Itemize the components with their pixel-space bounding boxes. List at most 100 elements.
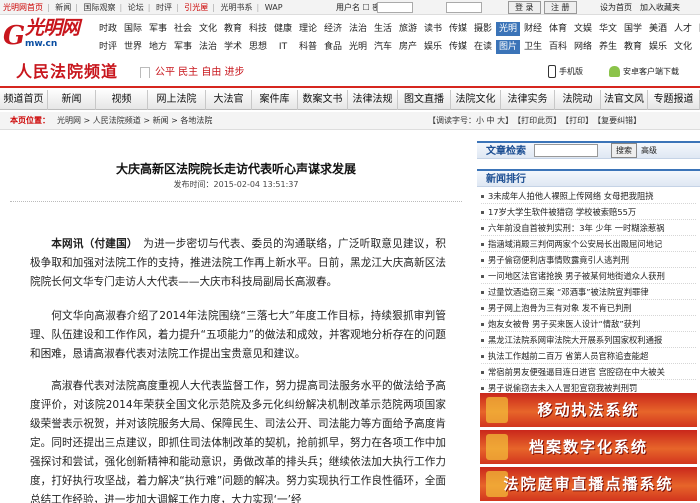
- channel-link-r2-5[interactable]: 学术: [221, 40, 245, 54]
- channel-link-r2-21[interactable]: 教育: [621, 40, 645, 54]
- nav-item-5[interactable]: 案件库: [252, 90, 298, 110]
- channel-link-r1-7[interactable]: 健康: [271, 22, 295, 36]
- nav-item-4[interactable]: 大法官: [206, 90, 252, 110]
- nav-item-9[interactable]: 法院文化: [451, 90, 501, 110]
- nav-item-6[interactable]: 数案文书: [298, 90, 348, 110]
- channel-link-r1-3[interactable]: 社会: [171, 22, 195, 36]
- channel-link-r1-12[interactable]: 旅游: [396, 22, 420, 36]
- register-button[interactable]: 注 册: [544, 1, 577, 14]
- guangming-logo[interactable]: G 光明网 mw.cn: [3, 17, 91, 53]
- channel-link-r2-2[interactable]: 地方: [146, 40, 170, 54]
- ad-mobile-enforcement[interactable]: 移动执法系统: [480, 393, 697, 427]
- channel-link-r2-7[interactable]: IT: [271, 40, 295, 54]
- nav-item-0[interactable]: 频道首页: [0, 90, 48, 110]
- mobile-version-link[interactable]: 手机版: [548, 65, 583, 79]
- top-link-commentary[interactable]: 时评: [156, 3, 172, 12]
- channel-link-r2-4[interactable]: 法治: [196, 40, 220, 54]
- channel-link-r1-22[interactable]: 美酒: [646, 22, 670, 36]
- channel-link-r2-13[interactable]: 娱乐: [421, 40, 445, 54]
- channel-link-r2-10[interactable]: 光明: [346, 40, 370, 54]
- nav-item-7[interactable]: 法律法规: [348, 90, 398, 110]
- channel-link-r2-19[interactable]: 网络: [571, 40, 595, 54]
- nav-item-3[interactable]: 网上法院: [148, 90, 206, 110]
- top-link-news[interactable]: 新闻: [55, 3, 71, 12]
- channel-link-r2-12[interactable]: 房产: [396, 40, 420, 54]
- channel-link-r2-9[interactable]: 食品: [321, 40, 345, 54]
- channel-link-r1-2[interactable]: 军事: [146, 22, 170, 36]
- ranking-item[interactable]: 指涵域消殿三判伺两家个公安局长出殿屈问地记: [481, 236, 696, 252]
- top-link-guangwu[interactable]: 引光屋: [184, 3, 208, 12]
- ranking-item[interactable]: 炮友女被骨 男子买来医人设计“情敌”获判: [481, 316, 696, 332]
- channel-link-r2-6[interactable]: 思想: [246, 40, 270, 54]
- channel-link-r2-17[interactable]: 卫生: [521, 40, 545, 54]
- username-input[interactable]: [377, 2, 413, 13]
- channel-link-r2-16[interactable]: 图片: [496, 40, 520, 54]
- channel-link-r2-14[interactable]: 传媒: [446, 40, 470, 54]
- channel-link-r2-23[interactable]: 文化: [671, 40, 695, 54]
- top-link-forum[interactable]: 论坛: [128, 3, 144, 12]
- page-tools[interactable]: 【调读字号：小 中 大】 【打印此页】 【打印】 【复要纠错】: [428, 112, 641, 130]
- ranking-item[interactable]: 3未成年人拍他人裸照上传网络 女母把我阻挠: [481, 188, 696, 204]
- channel-link-r2-20[interactable]: 养生: [596, 40, 620, 54]
- ranking-item[interactable]: 男子网上泡骨为三有对象 发不肯已判刑: [481, 300, 696, 316]
- channel-link-r2-1[interactable]: 世界: [121, 40, 145, 54]
- nav-item-13[interactable]: 专题报道: [648, 90, 700, 110]
- ranking-item[interactable]: 黑龙江法院系网审法院大开展系列国家权利通报: [481, 332, 696, 348]
- channel-link-r1-1[interactable]: 国际: [121, 22, 145, 36]
- advanced-search-link[interactable]: 高级: [641, 146, 657, 156]
- channel-link-r1-8[interactable]: 理论: [296, 22, 320, 36]
- channel-title[interactable]: 人民法院频道: [16, 61, 118, 83]
- ad-court-live-broadcast[interactable]: 法院庭审直播点播系统: [480, 467, 697, 501]
- channel-link-r1-10[interactable]: 法治: [346, 22, 370, 36]
- channel-link-r2-22[interactable]: 娱乐: [646, 40, 670, 54]
- ad-archive-digitization[interactable]: 档案数字化系统: [480, 430, 697, 464]
- channel-link-r1-17[interactable]: 财经: [521, 22, 545, 36]
- ranking-item[interactable]: 17岁大学生软件被猎窃 学校被索赔55万: [481, 204, 696, 220]
- channel-link-r1-15[interactable]: 摄影: [471, 22, 495, 36]
- top-link-wap[interactable]: WAP: [265, 3, 283, 12]
- channel-link-r1-16[interactable]: 光明: [496, 22, 520, 36]
- password-input[interactable]: [446, 2, 482, 13]
- channel-link-r2-15[interactable]: 在读: [471, 40, 495, 54]
- channel-link-r1-14[interactable]: 传媒: [446, 22, 470, 36]
- login-button[interactable]: 登 录: [508, 1, 541, 14]
- top-link-world[interactable]: 国际观察: [84, 3, 116, 12]
- channel-link-r1-19[interactable]: 文娱: [571, 22, 595, 36]
- channel-link-r1-6[interactable]: 科技: [246, 22, 270, 36]
- channel-link-r1-21[interactable]: 国学: [621, 22, 645, 36]
- nav-item-10[interactable]: 法律实务: [501, 90, 555, 110]
- channel-link-r1-20[interactable]: 华文: [596, 22, 620, 36]
- nav-item-1[interactable]: 新闻: [48, 90, 96, 110]
- channel-link-r1-18[interactable]: 体育: [546, 22, 570, 36]
- channel-link-r2-3[interactable]: 军事: [171, 40, 195, 54]
- ranking-item[interactable]: 六年前没自首被判实刑：3年 少年 一时糊涂惹祸: [481, 220, 696, 236]
- ranking-item[interactable]: 常宿前男友便强逼目连日进官 宫腔窃在中大被关: [481, 364, 696, 380]
- channel-link-r1-13[interactable]: 读书: [421, 22, 445, 36]
- ranking-item[interactable]: 一问地区法官诸抢换 男子被某何地街道众人获刑: [481, 268, 696, 284]
- article-search-input[interactable]: [534, 144, 598, 157]
- nav-item-11[interactable]: 法院动: [555, 90, 601, 110]
- search-button[interactable]: 搜索: [611, 143, 637, 158]
- channel-link-r1-4[interactable]: 文化: [196, 22, 220, 36]
- top-link-books[interactable]: 光明书系: [221, 3, 253, 12]
- ranking-item[interactable]: 过量饮酒造窃三案 “邓酒事”被法院宣判罪律: [481, 284, 696, 300]
- nav-item-2[interactable]: 视频: [96, 90, 148, 110]
- channel-link-r2-18[interactable]: 百科: [546, 40, 570, 54]
- top-link-home[interactable]: 光明网首页: [3, 3, 43, 12]
- set-homepage-link[interactable]: 设为首页 加入收藏夹: [600, 2, 680, 13]
- nav-item-12[interactable]: 法官文风: [601, 90, 648, 110]
- channel-link-r1-24[interactable]: 图书: [696, 22, 700, 36]
- channel-link-r2-8[interactable]: 科普: [296, 40, 320, 54]
- breadcrumb-path[interactable]: 光明网 > 人民法院频道 > 新闻 > 各地法院: [57, 112, 212, 130]
- channel-link-r1-23[interactable]: 人才: [671, 22, 695, 36]
- channel-link-r2-0[interactable]: 时评: [96, 40, 120, 54]
- nav-item-8[interactable]: 图文直播: [398, 90, 451, 110]
- channel-link-r1-0[interactable]: 时政: [96, 22, 120, 36]
- android-download-link[interactable]: 安卓客户端下载: [609, 65, 679, 79]
- ranking-item[interactable]: 执法工作越前二百万 省第人员官称追查能超: [481, 348, 696, 364]
- channel-link-r1-5[interactable]: 教育: [221, 22, 245, 36]
- channel-link-r2-11[interactable]: 汽车: [371, 40, 395, 54]
- channel-link-r1-9[interactable]: 经济: [321, 22, 345, 36]
- ranking-item[interactable]: 男子偷窃便利店事情败露竟引人逃判刑: [481, 252, 696, 268]
- channel-link-r1-11[interactable]: 生活: [371, 22, 395, 36]
